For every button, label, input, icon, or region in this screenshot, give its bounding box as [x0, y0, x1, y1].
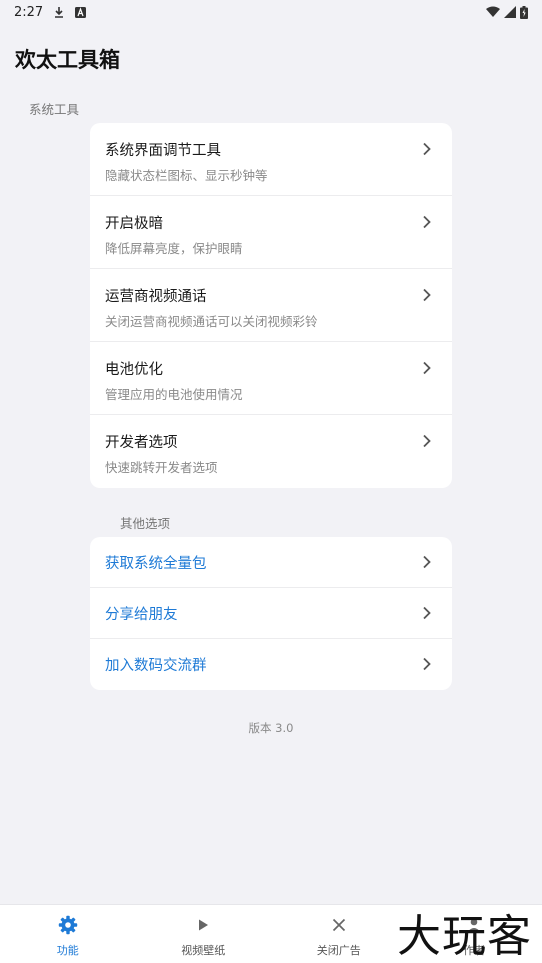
chevron-right-icon: [423, 288, 431, 302]
item-title: 开启极暗: [105, 216, 163, 232]
page-title: 欢太工具箱: [15, 48, 120, 72]
person-icon: [463, 914, 485, 936]
item-subtitle: 降低屏幕亮度，保护眼睛: [105, 241, 243, 256]
item-subtitle: 管理应用的电池使用情况: [105, 387, 243, 402]
nav-tab-author[interactable]: 作者: [407, 905, 542, 963]
nav-tab-close-ads[interactable]: 关闭广告: [271, 905, 407, 963]
list-item-developer-options[interactable]: 开发者选项 快速跳转开发者选项: [90, 415, 452, 488]
download-icon: [53, 6, 65, 18]
item-subtitle: 关闭运营商视频通话可以关闭视频彩铃: [105, 314, 318, 329]
item-title: 分享给朋友: [105, 607, 178, 623]
nav-tab-video-wallpaper[interactable]: 视频壁纸: [136, 905, 272, 963]
battery-icon: [520, 5, 528, 19]
chevron-right-icon: [423, 215, 431, 229]
nav-label: 视频壁纸: [181, 944, 226, 957]
list-item-share-with-friends[interactable]: 分享给朋友: [90, 588, 452, 639]
nav-tab-features[interactable]: 功能: [0, 905, 136, 963]
list-item-battery-optimization[interactable]: 电池优化 管理应用的电池使用情况: [90, 342, 452, 415]
chevron-right-icon: [423, 657, 431, 671]
chevron-right-icon: [423, 361, 431, 375]
gear-icon: [57, 914, 79, 936]
status-time: 2:27: [14, 4, 44, 20]
list-item-system-ui-tuner[interactable]: 系统界面调节工具 隐藏状态栏图标、显示秒钟等: [90, 123, 452, 196]
play-icon: [192, 914, 214, 936]
nav-label: 功能: [56, 944, 79, 957]
section-label-other-options: 其他选项: [120, 516, 171, 531]
item-title: 系统界面调节工具: [105, 143, 221, 159]
version-label: 版本 3.0: [248, 721, 294, 735]
item-title: 加入数码交流群: [105, 658, 207, 674]
nav-label: 关闭广告: [316, 944, 361, 957]
nav-label: 作者: [463, 944, 486, 957]
item-title: 运营商视频通话: [105, 289, 207, 305]
item-title: 电池优化: [105, 362, 163, 378]
wifi-icon: [486, 6, 500, 18]
item-subtitle: 隐藏状态栏图标、显示秒钟等: [105, 168, 268, 183]
bottom-nav: 功能 视频壁纸 关闭广告 作者: [0, 904, 542, 963]
list-item-get-full-package[interactable]: 获取系统全量包: [90, 537, 452, 588]
item-title: 获取系统全量包: [105, 556, 207, 572]
list-item-carrier-video-call[interactable]: 运营商视频通话 关闭运营商视频通话可以关闭视频彩铃: [90, 269, 452, 342]
chevron-right-icon: [423, 434, 431, 448]
list-item-join-group[interactable]: 加入数码交流群: [90, 639, 452, 690]
system-tools-card: 系统界面调节工具 隐藏状态栏图标、显示秒钟等 开启极暗 降低屏幕亮度，保护眼睛 …: [90, 123, 452, 488]
chevron-right-icon: [423, 555, 431, 569]
other-options-card: 获取系统全量包 分享给朋友 加入数码交流群: [90, 537, 452, 690]
list-item-extra-dim[interactable]: 开启极暗 降低屏幕亮度，保护眼睛: [90, 196, 452, 269]
close-icon: [328, 914, 350, 936]
chevron-right-icon: [423, 606, 431, 620]
item-subtitle: 快速跳转开发者选项: [105, 460, 218, 475]
notification-a-icon: [75, 6, 87, 18]
signal-icon: [504, 6, 516, 18]
status-bar: 2:27: [0, 0, 542, 24]
item-title: 开发者选项: [105, 435, 178, 451]
chevron-right-icon: [423, 142, 431, 156]
section-label-system-tools: 系统工具: [29, 102, 80, 117]
